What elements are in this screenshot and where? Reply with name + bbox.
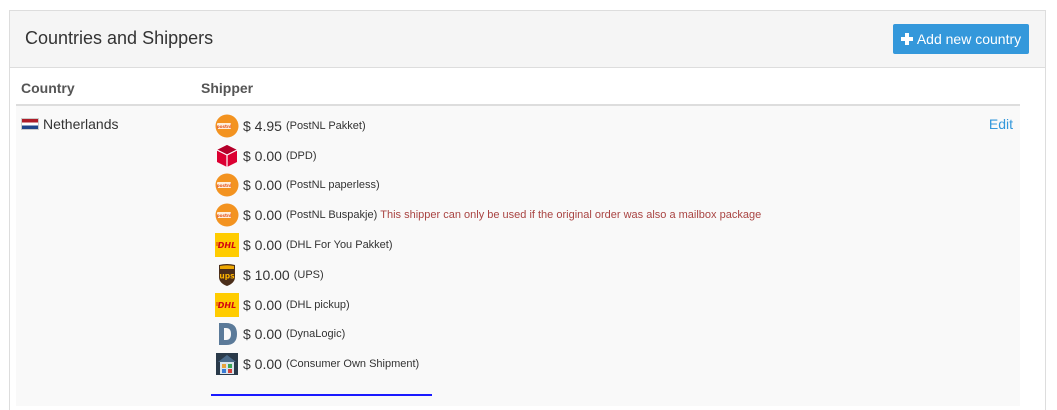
dpd-logo-icon: [216, 144, 238, 167]
shipper-name: (DHL For You Pakket): [285, 239, 393, 252]
shipper-item: postnl $ 0.00 (PostNL paperless): [215, 171, 761, 201]
table-header: Country Shipper: [16, 80, 1020, 106]
svg-text:postnl: postnl: [217, 213, 232, 218]
shipper-name: (UPS): [293, 268, 324, 281]
country-name: Netherlands: [43, 116, 119, 132]
netherlands-flag-icon: [21, 118, 39, 130]
add-new-country-label: Add new country: [916, 31, 1022, 47]
shipper-name: (DHL pickup): [285, 298, 350, 311]
country-cell: Netherlands: [21, 116, 119, 132]
svg-text:DHL: DHL: [218, 241, 236, 250]
shipper-price: $ 0.00: [243, 207, 282, 224]
svg-text:ups: ups: [219, 271, 235, 280]
shipper-item: DHL $ 0.00 (DHL For You Pakket): [215, 230, 761, 260]
shipper-name: (DPD): [285, 149, 317, 162]
shipper-price: $ 0.00: [243, 237, 282, 254]
shipper-price: $ 0.00: [243, 296, 282, 313]
page-title: Countries and Shippers: [25, 28, 214, 48]
shipper-item: DHL $ 0.00 (DHL pickup): [215, 290, 761, 320]
dhl-logo-icon: DHL: [215, 292, 239, 317]
postnl-logo-icon: postnl: [215, 173, 239, 197]
shipper-price: $ 10.00: [243, 266, 290, 283]
shipper-item: postnl $ 4.95 (PostNL Pakket): [215, 111, 761, 141]
shipper-item: $ 0.00 (Consumer Own Shipment): [215, 349, 761, 379]
shipper-item: postnl $ 0.00 (PostNL Buspakje) This shi…: [215, 200, 761, 230]
shipper-item: $ 0.00 (DPD): [215, 141, 761, 171]
svg-text:postnl: postnl: [217, 124, 232, 129]
column-header-shipper: Shipper: [201, 80, 254, 96]
shipper-item: $ 0.00 (DynaLogic): [215, 320, 761, 350]
svg-text:postnl: postnl: [217, 183, 232, 188]
shipper-name: (DynaLogic): [285, 328, 346, 341]
dynalogic-logo-icon: [219, 323, 237, 346]
shipper-name: (PostNL paperless): [285, 179, 380, 192]
shipper-price: $ 0.00: [243, 177, 282, 194]
svg-text:DHL: DHL: [218, 301, 236, 310]
panel-heading: Countries and Shippers Add new country: [10, 11, 1045, 68]
column-header-country: Country: [21, 80, 75, 96]
shipper-name: (PostNL Pakket): [285, 119, 366, 132]
shipper-price: $ 0.00: [243, 356, 282, 373]
ups-logo-icon: ups: [219, 263, 235, 286]
shipper-price: $ 4.95: [243, 117, 282, 134]
shipper-price: $ 0.00: [243, 147, 282, 164]
edit-link[interactable]: Edit: [989, 116, 1013, 132]
shipper-name: (Consumer Own Shipment): [285, 358, 420, 371]
shipper-name: (PostNL Buspakje): [285, 209, 378, 222]
plus-icon: [900, 33, 913, 45]
postnl-logo-icon: postnl: [215, 114, 239, 138]
postnl-logo-icon: postnl: [215, 203, 239, 227]
own-shipment-logo-icon: [216, 353, 238, 376]
shipper-warning: This shipper can only be used if the ori…: [380, 209, 762, 222]
shipper-list: postnl $ 4.95 (PostNL Pakket) $ 0.00 (DP…: [215, 111, 761, 379]
focus-underline: [211, 394, 432, 396]
dhl-logo-icon: DHL: [215, 233, 239, 258]
shipper-price: $ 0.00: [243, 326, 282, 343]
shipper-item: ups $ 10.00 (UPS): [215, 260, 761, 290]
add-new-country-button[interactable]: Add new country: [893, 24, 1029, 54]
table-row: Netherlands Edit postnl $ 4.95 (PostNL P…: [16, 106, 1020, 406]
